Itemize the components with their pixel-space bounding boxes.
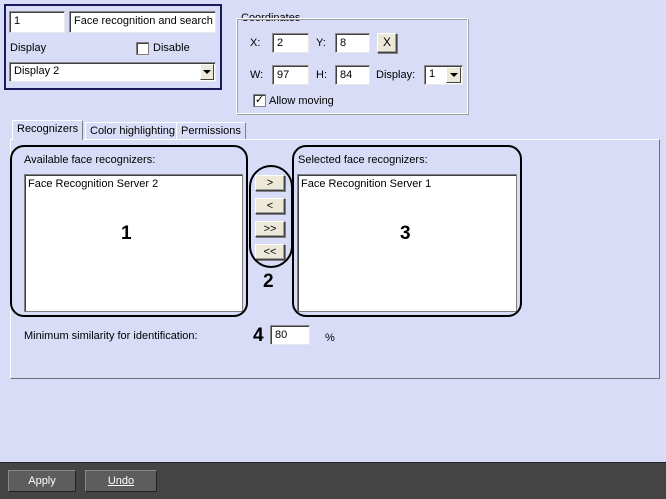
callout-number-1: 1 <box>121 223 132 244</box>
object-id-field[interactable]: 1 <box>9 11 65 33</box>
similarity-unit: % <box>325 332 335 344</box>
disable-checkbox[interactable] <box>136 42 149 55</box>
tab-recognizers[interactable]: Recognizers <box>12 120 84 140</box>
y-field[interactable]: 8 <box>335 33 370 53</box>
callout-outline-2 <box>249 165 293 268</box>
allow-moving-label: Allow moving <box>269 95 334 107</box>
disable-label: Disable <box>153 42 190 54</box>
coord-display-value: 1 <box>429 68 436 80</box>
callout-number-4: 4 <box>253 325 264 346</box>
tab-permissions[interactable]: Permissions <box>176 122 246 139</box>
reset-coordinates-button[interactable]: X <box>377 33 397 53</box>
y-label: Y: <box>316 37 326 49</box>
display-select[interactable]: Display 2 <box>9 62 216 82</box>
coord-display-arrow[interactable] <box>446 67 461 83</box>
w-label: W: <box>250 69 264 81</box>
check-icon: ✓ <box>254 94 265 106</box>
callout-number-3: 3 <box>400 223 411 244</box>
display-select-arrow[interactable] <box>200 64 214 80</box>
x-label: X: <box>250 37 261 49</box>
chevron-down-icon <box>449 73 458 77</box>
h-label: H: <box>316 69 327 81</box>
tab-permissions-label: Permissions <box>181 125 241 137</box>
chevron-down-icon <box>203 70 211 74</box>
undo-button[interactable]: Undo <box>85 470 157 492</box>
apply-button[interactable]: Apply <box>8 470 76 492</box>
object-name-field[interactable]: Face recognition and search 1 <box>69 11 216 33</box>
coord-display-label: Display: <box>376 69 416 81</box>
tab-recognizers-label: Recognizers <box>17 123 79 135</box>
similarity-label: Minimum similarity for identification: <box>24 330 198 342</box>
display-select-value: Display 2 <box>14 65 60 77</box>
settings-panel: { "object": { "id": "1", "name": "Face r… <box>0 0 666 499</box>
similarity-field[interactable]: 80 <box>270 325 310 345</box>
x-field[interactable]: 2 <box>272 33 309 53</box>
tab-color-highlighting-label: Color highlighting <box>90 125 175 137</box>
callout-number-2: 2 <box>263 271 274 292</box>
tab-color-highlighting[interactable]: Color highlighting <box>85 122 180 139</box>
display-label: Display <box>10 42 47 54</box>
close-icon: X <box>382 35 391 49</box>
allow-moving-checkbox[interactable]: ✓ <box>253 94 266 107</box>
w-field[interactable]: 97 <box>272 65 309 85</box>
h-field[interactable]: 84 <box>335 65 370 85</box>
